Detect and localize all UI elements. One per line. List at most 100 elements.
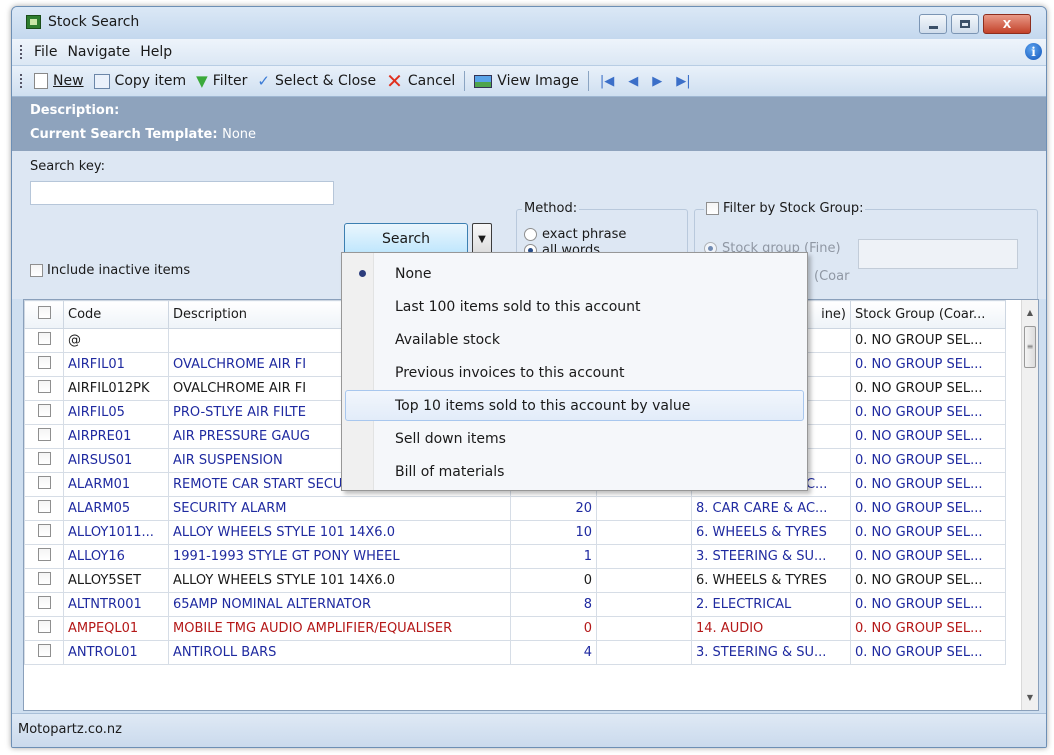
cell-stock-group-fine[interactable]: 3. STEERING & SU... [691, 544, 851, 569]
table-row[interactable]: ANTROL01 ANTIROLL BARS 4 3. STEERING & SU..… [24, 640, 1006, 665]
row-checkbox[interactable] [37, 428, 51, 441]
column-header-stock-group-coarse[interactable]: Stock Group (Coar... [850, 300, 1006, 329]
method-exact-phrase-option[interactable]: exact phrase [524, 227, 626, 242]
cell-code[interactable]: AIRSUS01 [63, 448, 169, 473]
row-checkbox-cell[interactable] [24, 544, 64, 569]
cell-stock-group-coarse[interactable]: 0. NO GROUP SEL... [850, 640, 1006, 665]
filter-button[interactable]: ▼ Filter [191, 73, 252, 89]
previous-record-icon[interactable]: ◀ [621, 74, 645, 89]
vertical-scrollbar[interactable]: ▲ ≡ ▼ [1021, 300, 1038, 710]
filter-by-stock-group-checkbox[interactable] [706, 202, 719, 215]
cell-stock-group-coarse[interactable]: 0. NO GROUP SEL... [850, 352, 1006, 377]
scroll-down-arrow-icon[interactable]: ▼ [1022, 689, 1038, 706]
column-header-code[interactable]: Code [63, 300, 169, 329]
cell-code[interactable]: AIRPRE01 [63, 424, 169, 449]
cell-stock-group-coarse[interactable]: 0. NO GROUP SEL... [850, 568, 1006, 593]
table-row[interactable]: ALLOY1011... ALLOY WHEELS STYLE 101 14X6.… [24, 520, 1006, 545]
row-checkbox-cell[interactable] [24, 424, 64, 449]
menu-item-sell-down[interactable]: Sell down items [345, 423, 804, 454]
menu-item-top-10-by-value[interactable]: Top 10 items sold to this account by val… [345, 390, 804, 421]
row-checkbox-cell[interactable] [24, 376, 64, 401]
cancel-button[interactable]: ✕ Cancel [381, 71, 460, 91]
cell-col4[interactable] [596, 496, 692, 521]
cell-stock-group-coarse[interactable]: 0. NO GROUP SEL... [850, 544, 1006, 569]
row-checkbox[interactable] [37, 404, 51, 417]
last-record-icon[interactable]: ▶| [669, 74, 697, 89]
cell-stock-group-coarse[interactable]: 0. NO GROUP SEL... [850, 472, 1006, 497]
search-key-input[interactable] [30, 181, 334, 205]
cell-quantity[interactable]: 8 [510, 592, 597, 617]
info-icon[interactable]: i [1025, 43, 1042, 60]
row-checkbox[interactable] [37, 596, 51, 609]
search-options-dropdown-button[interactable]: ▼ [472, 223, 492, 255]
cell-col4[interactable] [596, 568, 692, 593]
cell-code[interactable]: ALLOY16 [63, 544, 169, 569]
title-bar[interactable]: Stock Search X [12, 7, 1046, 39]
menu-item-available-stock[interactable]: Available stock [345, 324, 804, 355]
row-checkbox-cell[interactable] [24, 328, 64, 353]
menu-item-bill-of-materials[interactable]: Bill of materials [345, 456, 804, 487]
select-close-button[interactable]: ✓ Select & Close [252, 73, 381, 89]
row-checkbox[interactable] [37, 548, 51, 561]
cell-col4[interactable] [596, 640, 692, 665]
cell-quantity[interactable]: 20 [510, 496, 597, 521]
row-checkbox-cell[interactable] [24, 592, 64, 617]
cell-code[interactable]: ALLOY1011... [63, 520, 169, 545]
cell-stock-group-coarse[interactable]: 0. NO GROUP SEL... [850, 496, 1006, 521]
cell-stock-group-fine[interactable]: 3. STEERING & SU... [691, 640, 851, 665]
cell-col4[interactable] [596, 544, 692, 569]
row-checkbox[interactable] [37, 452, 51, 465]
menu-item-last-100-sold[interactable]: Last 100 items sold to this account [345, 291, 804, 322]
cell-col4[interactable] [596, 616, 692, 641]
cell-quantity[interactable]: 10 [510, 520, 597, 545]
cell-code[interactable]: ALARM05 [63, 496, 169, 521]
table-row[interactable]: ALTNTR001 65AMP NOMINAL ALTERNATOR 8 2. ELE… [24, 592, 1006, 617]
cell-code[interactable]: @ [63, 328, 169, 353]
select-all-header[interactable] [24, 300, 64, 329]
cell-code[interactable]: AMPEQL01 [63, 616, 169, 641]
include-inactive-row[interactable]: Include inactive items [30, 263, 190, 278]
table-row[interactable]: ALLOY5SET ALLOY WHEELS STYLE 101 14X6.0 0 6… [24, 568, 1006, 593]
next-record-icon[interactable]: ▶ [645, 74, 669, 89]
cell-code[interactable]: ALTNTR001 [63, 592, 169, 617]
cell-stock-group-coarse[interactable]: 0. NO GROUP SEL... [850, 424, 1006, 449]
row-checkbox-cell[interactable] [24, 496, 64, 521]
cell-code[interactable]: ANTROL01 [63, 640, 169, 665]
search-button[interactable]: Search [344, 223, 468, 255]
table-row[interactable]: ALARM05 SECURITY ALARM 20 8. CAR CARE & AC.… [24, 496, 1006, 521]
row-checkbox-cell[interactable] [24, 568, 64, 593]
cell-stock-group-fine[interactable]: 2. ELECTRICAL [691, 592, 851, 617]
row-checkbox-cell[interactable] [24, 472, 64, 497]
cell-description[interactable]: ANTIROLL BARS [168, 640, 511, 665]
row-checkbox-cell[interactable] [24, 400, 64, 425]
scrollbar-thumb[interactable]: ≡ [1024, 326, 1036, 368]
row-checkbox-cell[interactable] [24, 640, 64, 665]
maximize-button[interactable] [951, 14, 979, 34]
row-checkbox-cell[interactable] [24, 520, 64, 545]
cell-stock-group-coarse[interactable]: 0. NO GROUP SEL... [850, 328, 1006, 353]
menu-file[interactable]: File [29, 44, 62, 60]
cell-stock-group-fine[interactable]: 14. AUDIO [691, 616, 851, 641]
row-checkbox[interactable] [37, 620, 51, 633]
copy-item-button[interactable]: Copy item [89, 73, 192, 89]
include-inactive-checkbox[interactable] [30, 264, 43, 277]
cell-code[interactable]: ALARM01 [63, 472, 169, 497]
menu-navigate[interactable]: Navigate [62, 44, 135, 60]
scroll-up-arrow-icon[interactable]: ▲ [1022, 304, 1038, 321]
view-image-button[interactable]: View Image [469, 73, 584, 89]
filter-by-stock-group-option[interactable]: Filter by Stock Group: [704, 201, 866, 216]
cell-stock-group-fine[interactable]: 8. CAR CARE & AC... [691, 496, 851, 521]
row-checkbox-cell[interactable] [24, 448, 64, 473]
cell-stock-group-fine[interactable]: 6. WHEELS & TYRES [691, 520, 851, 545]
row-checkbox[interactable] [37, 572, 51, 585]
row-checkbox[interactable] [37, 332, 51, 345]
table-row[interactable]: AMPEQL01 MOBILE TMG AUDIO AMPLIFIER/EQUAL… [24, 616, 1006, 641]
row-checkbox[interactable] [37, 644, 51, 657]
cell-stock-group-coarse[interactable]: 0. NO GROUP SEL... [850, 376, 1006, 401]
table-row[interactable]: ALLOY16 1991-1993 STYLE GT PONY WHEEL 1 3. … [24, 544, 1006, 569]
cell-code[interactable]: AIRFIL012PK [63, 376, 169, 401]
row-checkbox[interactable] [37, 500, 51, 513]
cell-code[interactable]: AIRFIL01 [63, 352, 169, 377]
cell-description[interactable]: SECURITY ALARM [168, 496, 511, 521]
row-checkbox-cell[interactable] [24, 352, 64, 377]
